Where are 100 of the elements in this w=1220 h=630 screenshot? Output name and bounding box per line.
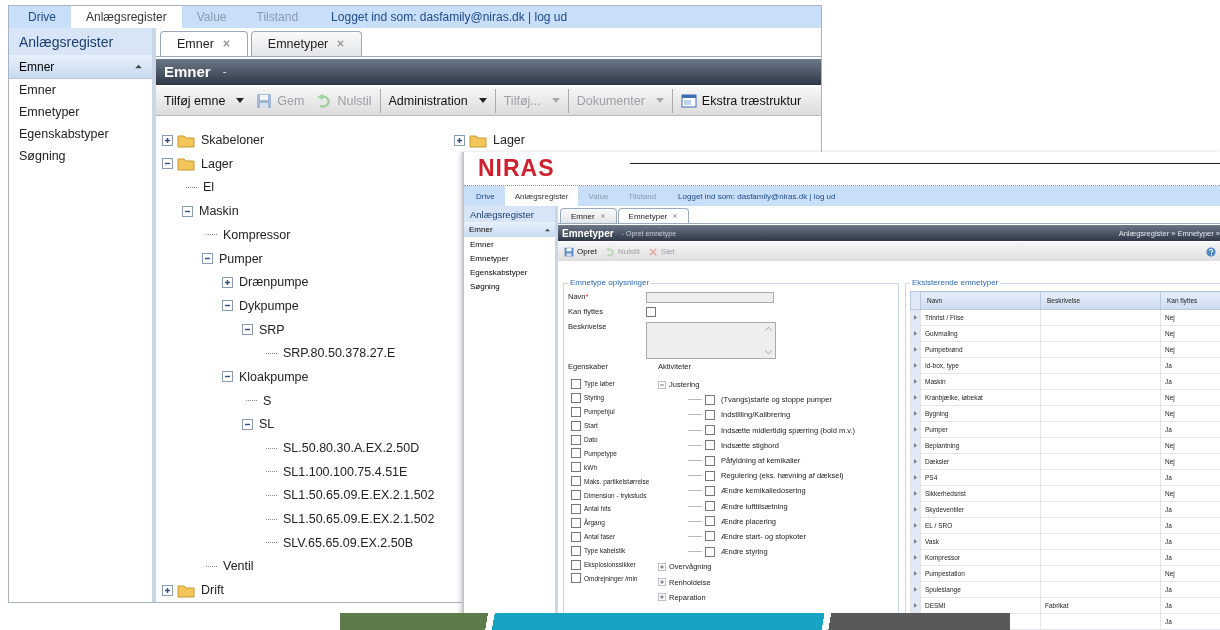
checkbox[interactable] xyxy=(705,501,715,512)
sidebar-item[interactable]: Emnetyper xyxy=(464,251,555,265)
tree-item[interactable]: Lager xyxy=(199,156,233,171)
help-icon[interactable] xyxy=(1206,246,1216,257)
tree-item[interactable]: S xyxy=(261,393,272,408)
row-expand-icon[interactable] xyxy=(914,379,917,384)
row-expand-icon[interactable] xyxy=(914,507,917,512)
close-icon[interactable] xyxy=(221,39,231,49)
sidebar-item[interactable]: Egenskabstyper xyxy=(9,123,152,145)
tree-item[interactable]: Kompressor xyxy=(221,227,291,242)
tree-item[interactable]: SRP.80.50.378.27.E xyxy=(281,346,396,361)
nav-tab[interactable]: Anlægsregister xyxy=(71,6,182,28)
sidebar-section-header[interactable]: Emner xyxy=(464,222,555,237)
toolbar-button[interactable]: Administration xyxy=(382,90,493,111)
nav-tab[interactable]: Drive xyxy=(13,6,71,28)
row-expand-icon[interactable] xyxy=(914,395,917,400)
tree-item[interactable]: SL1.50.65.09.E.EX.2.1.502 xyxy=(281,488,435,503)
checkbox[interactable] xyxy=(571,503,581,514)
row-expand-icon[interactable] xyxy=(914,475,917,480)
checkbox[interactable] xyxy=(705,455,715,466)
sidebar-section-header[interactable]: Emner xyxy=(9,55,152,79)
minus-box-icon[interactable] xyxy=(242,324,253,336)
plus-box-icon[interactable] xyxy=(162,584,173,596)
tree-item[interactable]: Drænpumpe xyxy=(237,275,309,290)
tree-item[interactable]: SLV.65.65.09.EX.2.50B xyxy=(281,535,413,550)
tree-item[interactable]: Pumper xyxy=(217,251,263,266)
tree-item[interactable]: El xyxy=(201,180,215,195)
checkbox[interactable] xyxy=(571,448,581,459)
minus-box-icon[interactable] xyxy=(202,253,213,265)
checkbox[interactable] xyxy=(705,546,715,557)
checkbox[interactable] xyxy=(571,462,581,473)
checkbox[interactable] xyxy=(646,307,656,317)
checkbox[interactable] xyxy=(571,406,581,417)
checkbox[interactable] xyxy=(705,409,715,420)
checkbox[interactable] xyxy=(705,485,715,496)
checkbox[interactable] xyxy=(571,476,581,487)
row-expand-icon[interactable] xyxy=(914,539,917,544)
tree-item[interactable]: Dykpumpe xyxy=(237,298,299,313)
checkbox[interactable] xyxy=(571,573,581,584)
tree-item[interactable]: Maskin xyxy=(197,204,239,219)
minus-box-icon[interactable] xyxy=(242,418,253,430)
row-expand-icon[interactable] xyxy=(914,427,917,432)
close-icon[interactable] xyxy=(599,213,606,219)
minus-box-icon[interactable] xyxy=(222,371,233,383)
row-expand-icon[interactable] xyxy=(914,411,917,416)
checkbox[interactable] xyxy=(571,545,581,556)
input-field[interactable] xyxy=(646,292,774,303)
row-expand-icon[interactable] xyxy=(914,571,917,576)
toolbar-button[interactable]: Tilføj emne xyxy=(158,90,251,111)
tree-item[interactable]: Ventil xyxy=(221,559,254,574)
sidebar-item[interactable]: Emnetyper xyxy=(9,101,152,123)
checkbox[interactable] xyxy=(571,434,581,445)
sidebar-item[interactable]: Emner xyxy=(464,237,555,251)
checkbox[interactable] xyxy=(705,470,715,481)
checkbox[interactable] xyxy=(571,378,581,389)
row-expand-icon[interactable] xyxy=(914,363,917,368)
checkbox[interactable] xyxy=(571,559,581,570)
row-expand-icon[interactable] xyxy=(914,347,917,352)
close-icon[interactable] xyxy=(336,39,346,49)
toolbar-button[interactable]: Ekstra træstruktur xyxy=(674,89,808,112)
checkbox[interactable] xyxy=(705,531,715,542)
row-expand-icon[interactable] xyxy=(914,555,917,560)
checkbox[interactable] xyxy=(571,392,581,403)
sidebar-item[interactable]: Egenskabstyper xyxy=(464,265,555,279)
row-expand-icon[interactable] xyxy=(914,443,917,448)
row-expand-icon[interactable] xyxy=(914,331,917,336)
checkbox[interactable] xyxy=(571,531,581,542)
document-tab[interactable]: Emnetyper xyxy=(617,208,690,223)
plus-box-icon[interactable] xyxy=(454,134,465,146)
checkbox[interactable] xyxy=(571,490,581,501)
row-expand-icon[interactable] xyxy=(914,491,917,496)
sidebar-item[interactable]: Søgning xyxy=(464,279,555,293)
document-tab[interactable]: Emner xyxy=(560,208,617,223)
tree-item[interactable]: SL1.100.100.75.4.51E xyxy=(281,464,408,479)
document-tab[interactable]: Emner xyxy=(160,30,248,56)
minus-box-icon[interactable] xyxy=(182,205,193,217)
row-expand-icon[interactable] xyxy=(914,603,917,608)
tree-item[interactable]: Drift xyxy=(199,583,224,598)
checkbox[interactable] xyxy=(705,425,715,436)
checkbox[interactable] xyxy=(571,420,581,431)
plus-box-icon[interactable] xyxy=(222,276,233,288)
tree-item[interactable]: SRP xyxy=(257,322,285,337)
nav-tab[interactable]: Anlægsregister xyxy=(504,186,579,206)
row-expand-icon[interactable] xyxy=(914,459,917,464)
toolbar-button[interactable]: Opret xyxy=(560,244,601,259)
plus-box-icon[interactable] xyxy=(162,134,173,146)
checkbox[interactable] xyxy=(705,440,715,451)
row-expand-icon[interactable] xyxy=(914,523,917,528)
checkbox[interactable] xyxy=(705,394,715,405)
nav-tab[interactable]: Drive xyxy=(466,186,505,206)
sidebar-item[interactable]: Søgning xyxy=(9,145,152,167)
tree-item[interactable]: Kloakpumpe xyxy=(237,369,309,384)
sidebar-item[interactable]: Emner xyxy=(9,79,152,101)
tree-item[interactable]: SL.50.80.30.A.EX.2.50D xyxy=(281,441,420,456)
close-icon[interactable] xyxy=(672,213,679,219)
checkbox[interactable] xyxy=(705,516,715,527)
tree-item[interactable]: Skabeloner xyxy=(199,133,265,148)
minus-box-icon[interactable] xyxy=(222,300,233,312)
tree-item[interactable]: Lager xyxy=(491,133,525,148)
document-tab[interactable]: Emnetyper xyxy=(250,30,363,56)
